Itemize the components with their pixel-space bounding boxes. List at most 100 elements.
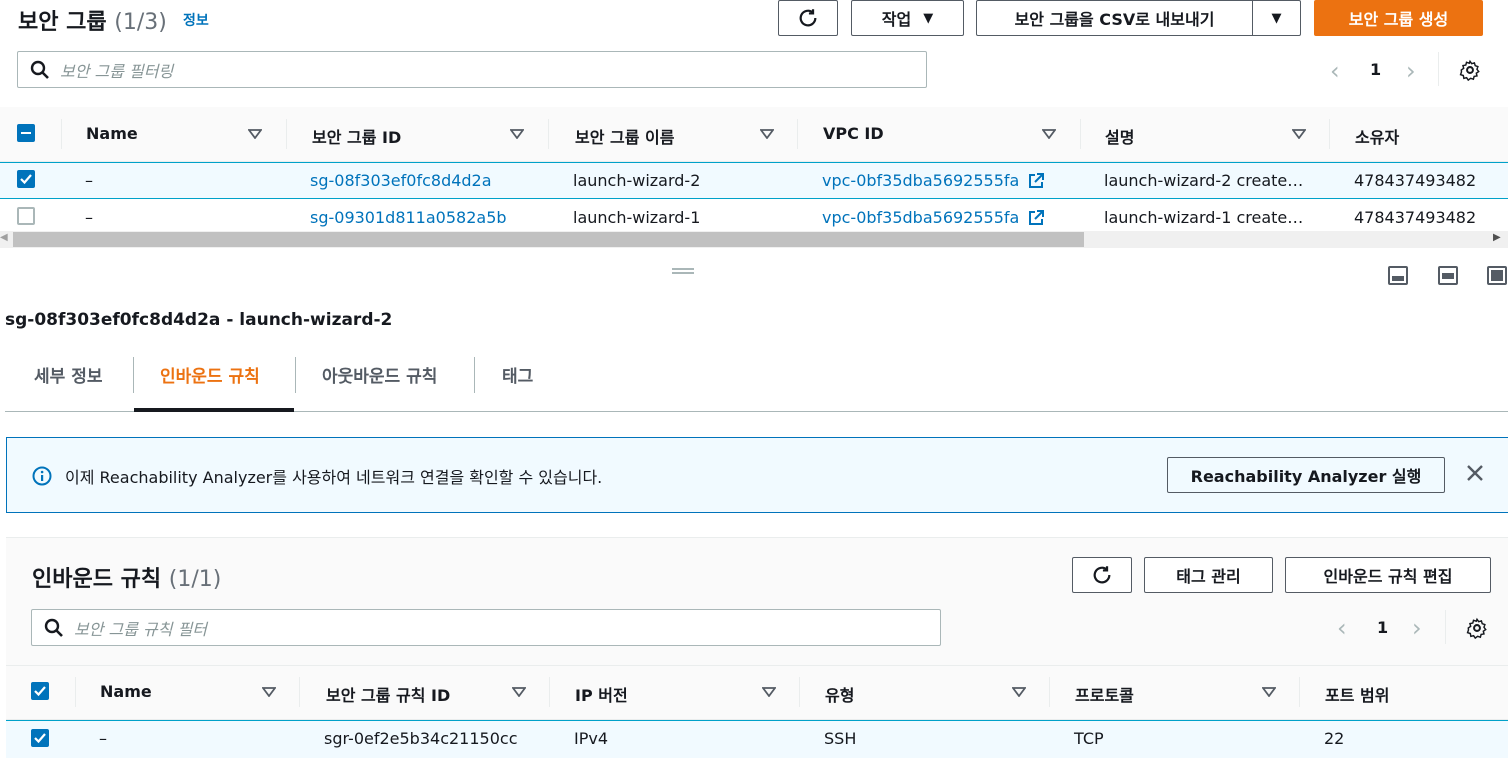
create-label: 보안 그룹 생성	[1348, 10, 1449, 29]
scroll-left-icon[interactable]: ◀	[0, 232, 8, 243]
inbound-search-placeholder: 보안 그룹 규칙 필터	[74, 619, 208, 639]
sort-icon[interactable]	[1042, 129, 1056, 139]
column-header-name[interactable]: Name	[100, 682, 152, 701]
reachability-analyzer-button[interactable]: Reachability Analyzer 실행	[1167, 457, 1445, 493]
inbound-title: 인바운드 규칙 (1/1)	[32, 561, 221, 593]
tab-divider	[474, 357, 475, 393]
page-number[interactable]: 1	[1370, 60, 1381, 79]
settings-gear-icon[interactable]	[1466, 617, 1488, 643]
caret-down-icon: ▼	[1271, 10, 1282, 26]
column-header-sg-id[interactable]: 보안 그룹 ID	[312, 124, 401, 148]
sort-icon[interactable]	[1012, 687, 1026, 697]
external-link-icon[interactable]	[1027, 209, 1045, 227]
next-page-icon[interactable]: ›	[1412, 614, 1422, 642]
sg-search-placeholder: 보안 그룹 필터링	[60, 61, 174, 81]
search-icon	[30, 60, 49, 79]
column-header-type[interactable]: 유형	[825, 682, 854, 706]
split-drag-handle[interactable]	[672, 268, 694, 274]
tab-details[interactable]: 세부 정보	[34, 362, 102, 387]
actions-dropdown[interactable]: 작업 ▼	[851, 0, 964, 36]
vpc-id-link[interactable]: vpc-0bf35dba5692555fa	[822, 208, 1019, 227]
caret-down-icon: ▼	[923, 10, 934, 26]
vpc-id-link[interactable]: vpc-0bf35dba5692555fa	[822, 171, 1019, 190]
row-checkbox[interactable]	[17, 170, 35, 188]
column-header-vpc-id[interactable]: VPC ID	[823, 124, 884, 143]
cell-type: SSH	[824, 729, 857, 748]
column-header-owner[interactable]: 소유자	[1355, 124, 1399, 148]
inbound-table-header	[6, 665, 1508, 720]
scrollbar-thumb[interactable]	[13, 232, 1084, 247]
sg-table-header	[0, 107, 1508, 162]
create-security-group-button[interactable]: 보안 그룹 생성	[1314, 0, 1483, 36]
prev-page-icon[interactable]: ‹	[1337, 614, 1347, 642]
sg-id-link[interactable]: sg-09301d811a0582a5b	[310, 208, 507, 227]
search-icon	[44, 618, 63, 637]
sort-icon[interactable]	[1262, 687, 1276, 697]
inbound-search-input[interactable]: 보안 그룹 규칙 필터	[31, 609, 941, 646]
actions-label: 작업	[881, 10, 912, 29]
selection-count: (1/3)	[114, 10, 167, 35]
active-tab-indicator	[134, 408, 294, 412]
table-row[interactable]	[6, 720, 1508, 758]
inbound-refresh-button[interactable]	[1072, 557, 1132, 593]
row-checkbox[interactable]	[17, 207, 35, 225]
sort-icon[interactable]	[510, 129, 524, 139]
tab-outbound-rules[interactable]: 아웃바운드 규칙	[322, 362, 437, 387]
divider	[1445, 610, 1446, 644]
cell-group-name: launch-wizard-1	[573, 208, 701, 227]
edit-inbound-label: 인바운드 규칙 편집	[1323, 567, 1453, 586]
manage-tags-button[interactable]: 태그 관리	[1144, 557, 1273, 593]
manage-tags-label: 태그 관리	[1176, 567, 1241, 586]
sg-search-input[interactable]: 보안 그룹 필터링	[17, 51, 927, 88]
tab-inbound-rules[interactable]: 인바운드 규칙	[160, 362, 260, 387]
select-all-checkbox[interactable]	[31, 682, 49, 700]
export-csv-button[interactable]: 보안 그룹을 CSV로 내보내기	[976, 0, 1253, 36]
export-csv-label: 보안 그룹을 CSV로 내보내기	[1014, 10, 1215, 29]
tab-divider	[295, 357, 296, 393]
cell-owner: 478437493482	[1354, 171, 1477, 190]
cell-name: –	[85, 171, 93, 190]
column-header-rule-id[interactable]: 보안 그룹 규칙 ID	[326, 682, 450, 706]
cell-owner: 478437493482	[1354, 208, 1477, 227]
column-header-description[interactable]: 설명	[1105, 124, 1134, 148]
scroll-right-icon[interactable]: ▶	[1493, 232, 1501, 243]
sort-icon[interactable]	[760, 129, 774, 139]
panel-full-icon[interactable]	[1487, 266, 1507, 285]
row-checkbox[interactable]	[31, 729, 49, 747]
sg-id-link[interactable]: sg-08f303ef0fc8d4d2a	[310, 171, 492, 190]
sort-icon[interactable]	[248, 129, 262, 139]
sort-icon[interactable]	[1292, 129, 1306, 139]
edit-inbound-rules-button[interactable]: 인바운드 규칙 편집	[1285, 557, 1491, 593]
refresh-button[interactable]	[778, 0, 838, 36]
reachability-button-label: Reachability Analyzer 실행	[1190, 467, 1422, 486]
external-link-icon[interactable]	[1027, 172, 1045, 190]
column-header-protocol[interactable]: 프로토콜	[1075, 682, 1134, 706]
tab-divider	[133, 357, 134, 393]
cell-description: launch-wizard-1 create…	[1104, 208, 1304, 227]
page-title-text: 보안 그룹	[18, 10, 107, 35]
close-icon[interactable]	[1465, 463, 1485, 487]
cell-name: –	[99, 729, 107, 748]
column-header-port-range[interactable]: 포트 범위	[1325, 682, 1389, 706]
alert-text: 이제 Reachability Analyzer를 사용하여 네트워크 연결을 …	[65, 468, 603, 487]
select-all-checkbox[interactable]	[17, 124, 35, 142]
inbound-title-text: 인바운드 규칙	[32, 567, 162, 592]
sort-icon[interactable]	[512, 687, 526, 697]
column-header-sg-name[interactable]: 보안 그룹 이름	[575, 124, 674, 148]
settings-gear-icon[interactable]	[1459, 59, 1481, 85]
cell-name: –	[85, 208, 93, 227]
column-header-ip-version[interactable]: IP 버전	[575, 682, 628, 706]
export-dropdown-toggle[interactable]: ▼	[1252, 0, 1301, 36]
prev-page-icon[interactable]: ‹	[1330, 57, 1340, 85]
sort-icon[interactable]	[262, 687, 276, 697]
refresh-icon	[1093, 566, 1111, 584]
next-page-icon[interactable]: ›	[1406, 57, 1416, 85]
sort-icon[interactable]	[762, 687, 776, 697]
panel-bottom-icon[interactable]	[1388, 266, 1408, 285]
info-link[interactable]: 정보	[183, 10, 209, 30]
column-header-name[interactable]: Name	[86, 124, 138, 143]
page-number[interactable]: 1	[1377, 618, 1388, 637]
tab-tags[interactable]: 태그	[502, 362, 533, 387]
cell-ip-version: IPv4	[574, 729, 609, 748]
panel-side-icon[interactable]	[1438, 266, 1458, 285]
